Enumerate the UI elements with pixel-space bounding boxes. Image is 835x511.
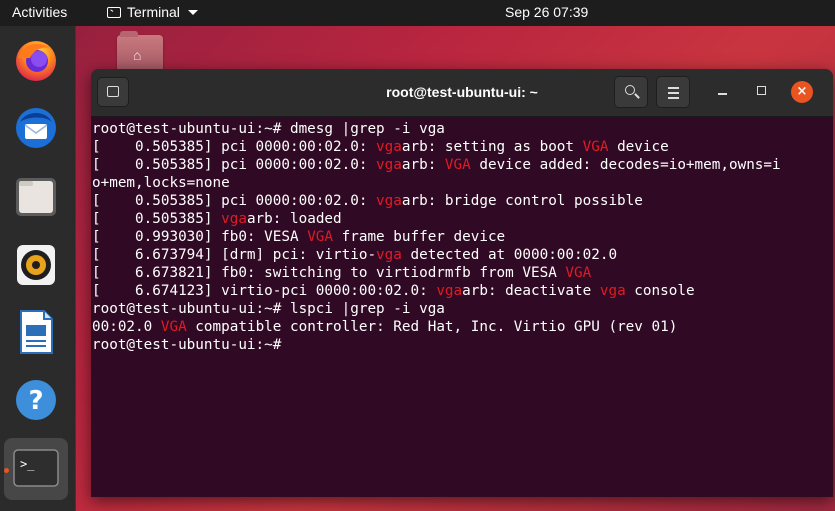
terminal-line: 00:02.0 VGA compatible controller: Red H… (92, 318, 833, 336)
maximize-icon (757, 86, 766, 95)
thunderbird-icon (16, 108, 56, 148)
menu-button[interactable] (656, 76, 690, 108)
terminal-line: o+mem,locks=none (92, 174, 833, 192)
firefox-icon (16, 41, 56, 81)
close-button[interactable]: × (791, 81, 813, 103)
terminal-text: frame buffer device (333, 229, 506, 245)
minimize-icon (718, 93, 727, 95)
libreoffice-writer-icon (20, 310, 53, 354)
terminal-text: 00:02.0 (92, 319, 161, 335)
highlighted-match: VGA (307, 229, 334, 245)
terminal-text: [ 0.505385] pci 0000:00:02.0: (92, 139, 377, 155)
help-icon: ? (16, 380, 56, 420)
terminal-text: [ 0.505385] pci 0000:00:02.0: (92, 193, 377, 209)
terminal-text: arb: bridge control possible (401, 193, 643, 209)
folder-tab (120, 31, 138, 37)
terminal-text: console (625, 283, 695, 299)
rhythmbox-icon (17, 245, 55, 285)
highlighted-match: VGA (444, 157, 471, 173)
terminal-line: root@test-ubuntu-ui:~# dmesg |grep -i vg… (92, 120, 833, 138)
home-folder-icon[interactable]: ⌂ (117, 31, 163, 73)
highlighted-match: vga (376, 139, 402, 155)
terminal-text: [ 6.673821] fb0: switching to virtiodrmf… (92, 265, 566, 281)
terminal-text: device added: decodes=io+mem,owns=i (470, 157, 781, 173)
clock[interactable]: Sep 26 07:39 (505, 4, 588, 20)
terminal-line: [ 6.674123] virtio-pci 0000:00:02.0: vga… (92, 282, 833, 300)
highlighted-match: VGA (160, 319, 187, 335)
maximize-button[interactable] (752, 81, 772, 101)
highlighted-match: vga (599, 283, 626, 299)
house-icon: ⌂ (133, 47, 142, 63)
terminal-text: [ 6.673794] [drm] pci: virtio- (92, 247, 377, 263)
terminal-text: [ 0.993030] fb0: VESA (92, 229, 308, 245)
dock: ? >_ (0, 26, 76, 511)
top-bar: Activities Terminal Sep 26 07:39 (0, 0, 835, 26)
dock-thunderbird[interactable] (12, 104, 60, 152)
hamburger-icon-line (668, 97, 679, 99)
terminal-text: [ 0.505385] (92, 211, 222, 227)
highlighted-match: vga (376, 157, 402, 173)
terminal-line: [ 0.993030] fb0: VESA VGA frame buffer d… (92, 228, 833, 246)
minimize-button[interactable] (713, 81, 733, 101)
terminal-line: [ 0.505385] pci 0000:00:02.0: vgaarb: br… (92, 192, 833, 210)
help-glyph: ? (28, 386, 43, 416)
terminal-text: root@test-ubuntu-ui:~# lspci |grep -i vg… (92, 301, 445, 317)
caret-down-icon (187, 9, 198, 15)
terminal-line: root@test-ubuntu-ui:~# lspci |grep -i vg… (92, 300, 833, 318)
terminal-line: [ 0.505385] pci 0000:00:02.0: vgaarb: VG… (92, 156, 833, 174)
highlighted-match: vga (436, 283, 463, 299)
terminal-icon: >_ (13, 449, 59, 487)
terminal-text: device (608, 139, 669, 155)
terminal-text: root@test-ubuntu-ui:~# dmesg |grep -i vg… (92, 121, 445, 137)
dock-firefox[interactable] (12, 36, 60, 84)
terminal-text: arb: setting as boot (401, 139, 583, 155)
dock-files[interactable] (12, 172, 60, 220)
terminal-text: root@test-ubuntu-ui:~# (92, 337, 282, 353)
running-indicator (4, 468, 9, 473)
terminal-line: [ 6.673821] fb0: switching to virtiodrmf… (92, 264, 833, 282)
app-menu-button[interactable]: Terminal (107, 4, 198, 20)
highlighted-match: vga (376, 247, 402, 263)
terminal-window[interactable]: root@test-ubuntu-ui: ~ × root@test-ubunt… (91, 69, 833, 497)
dock-help[interactable]: ? (12, 376, 60, 424)
hamburger-icon-line (668, 92, 679, 94)
search-button[interactable] (614, 76, 648, 108)
terminal-text: compatible controller: Red Hat, Inc. Vir… (186, 319, 678, 335)
terminal-text: arb: (401, 157, 445, 173)
terminal-prompt-glyph: >_ (20, 457, 35, 471)
activities-button[interactable]: Activities (12, 4, 67, 20)
dock-writer[interactable] (12, 308, 60, 356)
highlighted-match: vga (376, 193, 402, 209)
highlighted-match: vga (221, 211, 247, 227)
dock-terminal[interactable]: >_ (12, 444, 60, 492)
terminal-text: detected at 0000:00:02.0 (401, 247, 618, 263)
terminal-line: [ 0.505385] vgaarb: loaded (92, 210, 833, 228)
terminal-text: [ 6.674123] virtio-pci 0000:00:02.0: (92, 283, 437, 299)
terminal-text: o+mem,locks=none (92, 175, 230, 191)
search-icon-handle (634, 93, 640, 99)
terminal-text: [ 0.505385] pci 0000:00:02.0: (92, 157, 377, 173)
terminal-text: arb: deactivate (462, 283, 600, 299)
terminal-line: [ 6.673794] [drm] pci: virtio-vga detect… (92, 246, 833, 264)
files-icon (16, 178, 56, 216)
app-menu-label: Terminal (127, 4, 180, 20)
terminal-text: arb: loaded (246, 211, 342, 227)
terminal-output[interactable]: root@test-ubuntu-ui:~# dmesg |grep -i vg… (91, 117, 833, 497)
terminal-icon (107, 6, 121, 18)
dock-rhythmbox[interactable] (12, 240, 60, 288)
hamburger-icon-line (668, 87, 679, 89)
highlighted-match: VGA (565, 265, 592, 281)
terminal-line: root@test-ubuntu-ui:~# (92, 336, 833, 354)
terminal-line: [ 0.505385] pci 0000:00:02.0: vgaarb: se… (92, 138, 833, 156)
highlighted-match: VGA (582, 139, 609, 155)
title-bar[interactable]: root@test-ubuntu-ui: ~ × (91, 69, 833, 117)
